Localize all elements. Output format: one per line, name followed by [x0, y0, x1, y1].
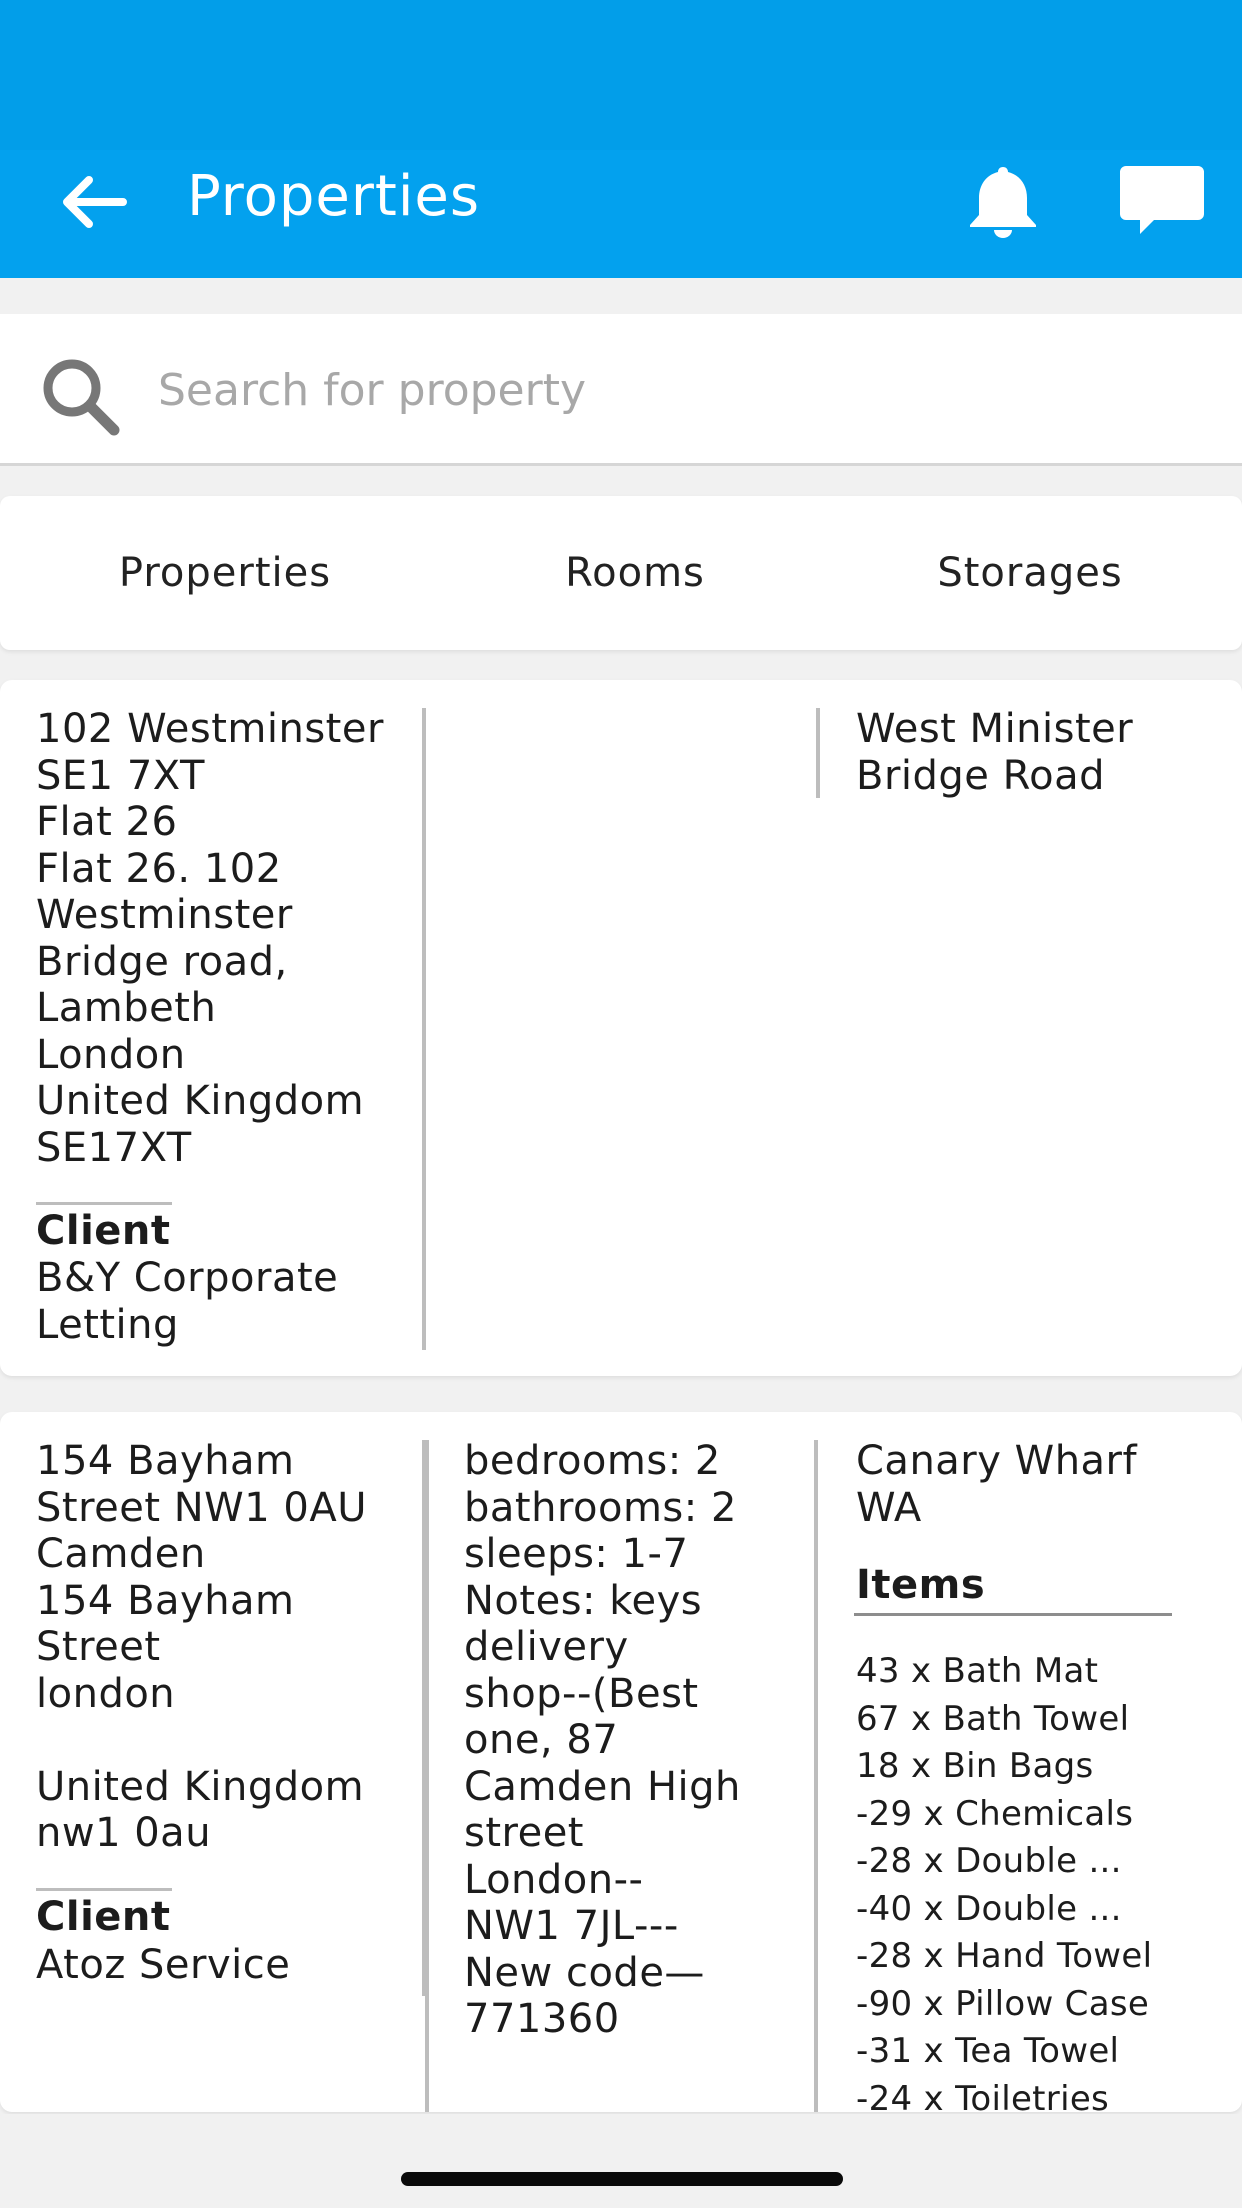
tab-rooms[interactable]: Rooms	[450, 496, 820, 650]
list-item: -28 x Hand Towel	[856, 1936, 1153, 1976]
list-item: 67 x Bath Towel	[856, 1698, 1130, 1739]
arrow-left-icon	[63, 176, 127, 228]
search-bar	[0, 314, 1242, 466]
client-separator	[36, 1888, 172, 1891]
list-item: 43 x Bath Mat	[856, 1651, 1099, 1691]
page-title: Properties	[187, 164, 481, 229]
list-item: -40 x Double ...	[856, 1888, 1122, 1929]
notifications-button[interactable]	[960, 158, 1046, 244]
items-separator	[854, 1613, 1172, 1616]
messages-button[interactable]	[1115, 158, 1209, 244]
list-item: -29 x Chemicals	[856, 1793, 1134, 1834]
chat-bubble-icon	[1120, 166, 1204, 234]
property-location: West Minister Bridge Road	[856, 706, 1134, 799]
list-item: -31 x Tea Towel	[856, 2031, 1120, 2071]
list-item: -28 x Double ...	[856, 1841, 1122, 1881]
client-separator	[36, 1202, 172, 1205]
property-location: Canary Wharf WA	[856, 1438, 1138, 1531]
bottom-safe-area	[0, 2114, 1242, 2208]
back-button[interactable]	[52, 160, 136, 244]
client-label: Client	[36, 1894, 171, 1940]
status-bar-area	[0, 0, 1242, 150]
tab-storages[interactable]: Storages	[850, 496, 1210, 650]
property-card[interactable]: 102 Westminster SE1 7XT Flat 26 Flat 26.…	[0, 680, 1242, 1376]
client-name: B&Y Corporate Letting	[36, 1255, 339, 1348]
client-name: Atoz Service	[36, 1942, 291, 1988]
search-icon	[43, 359, 120, 436]
bell-icon	[970, 167, 1036, 238]
column-divider	[814, 1440, 818, 2112]
client-label: Client	[36, 1208, 171, 1254]
property-card[interactable]: 154 Bayham Street NW1 0AU Camden 154 Bay…	[0, 1412, 1242, 2119]
property-details: bedrooms: 2 bathrooms: 2 sleeps: 1-7 Not…	[464, 1438, 741, 2042]
items-title: Items	[856, 1562, 986, 1608]
search-input[interactable]	[158, 348, 1198, 432]
column-divider	[425, 1440, 429, 2112]
list-item: -90 x Pillow Case	[856, 1983, 1150, 2024]
items-list: 43 x Bath Mat 67 x Bath Towel 18 x Bin B…	[856, 1648, 1152, 2123]
property-address: 102 Westminster SE1 7XT Flat 26 Flat 26.…	[36, 706, 384, 1171]
tab-properties[interactable]: Properties	[40, 496, 410, 650]
category-tabs: Properties Rooms Storages	[0, 496, 1242, 650]
list-item: 18 x Bin Bags	[856, 1746, 1094, 1786]
app-bar: Properties	[0, 0, 1242, 278]
column-divider	[422, 708, 426, 1350]
column-divider	[816, 708, 820, 798]
property-address: 154 Bayham Street NW1 0AU Camden 154 Bay…	[36, 1438, 367, 1856]
home-indicator[interactable]	[401, 2172, 843, 2186]
